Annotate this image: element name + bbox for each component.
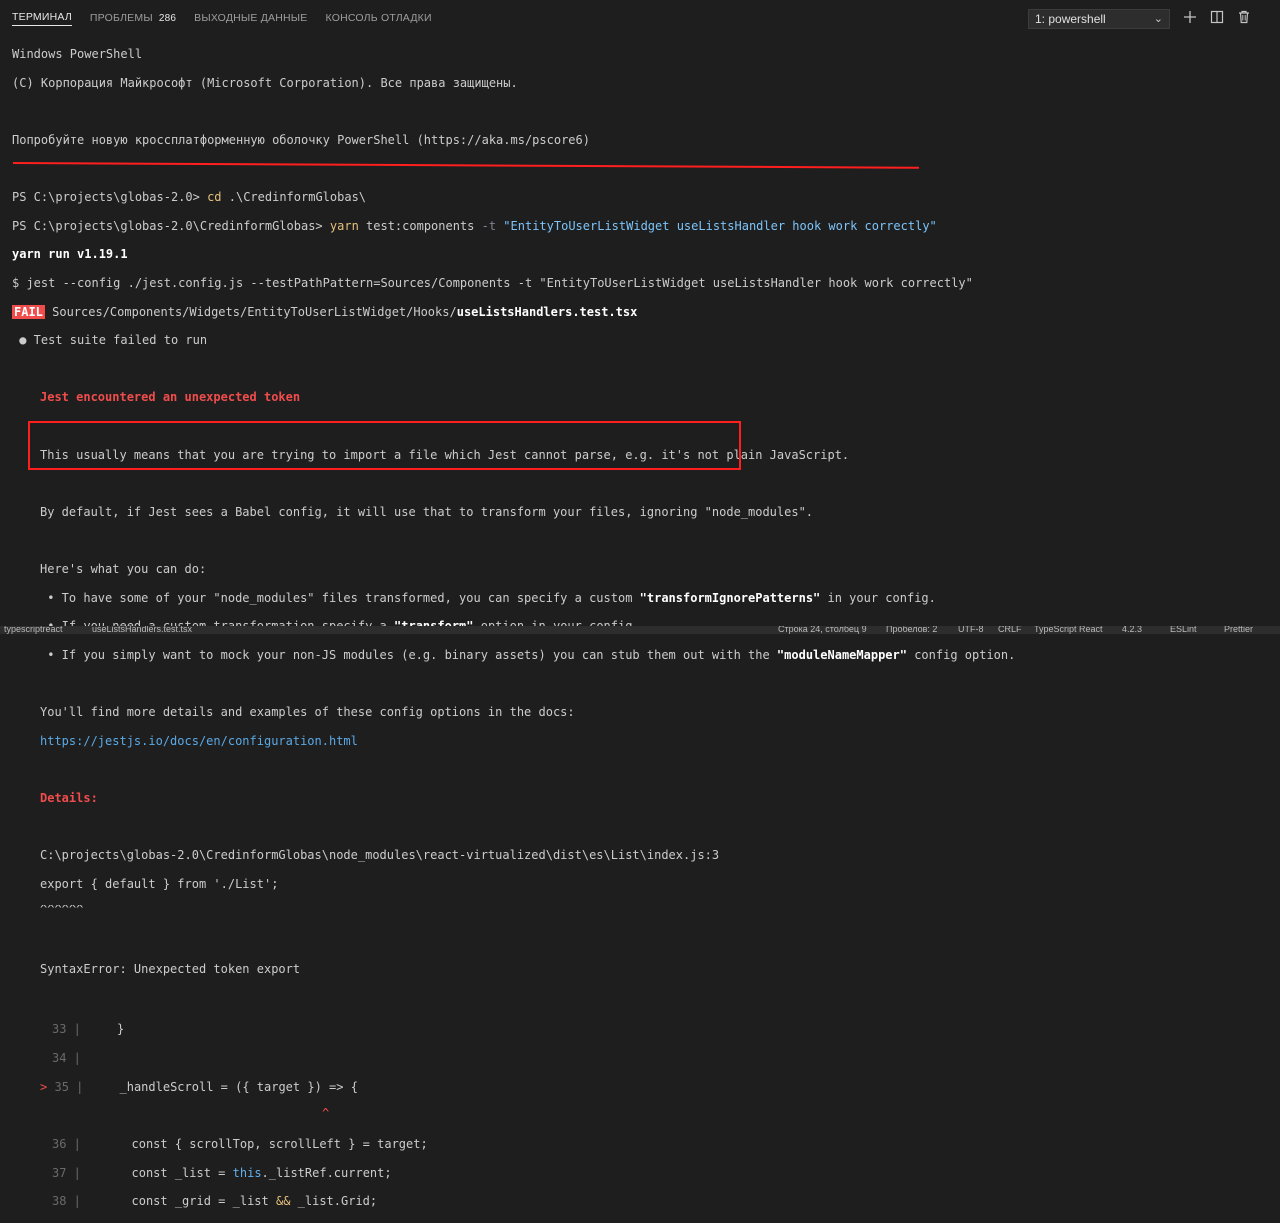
fail-file: useListsHandlers.test.tsx xyxy=(456,304,638,319)
line-number: 36 xyxy=(52,1137,67,1152)
tab-problems[interactable]: ПРОБЛЕМЫ 286 xyxy=(90,12,176,24)
tip-highlight: "transformIgnorePatterns" xyxy=(639,590,821,605)
command-args: test:components xyxy=(358,218,482,233)
status-position[interactable]: Строка 24, столбец 9 xyxy=(778,626,867,634)
command-keyword: yarn xyxy=(329,218,359,233)
status-encoding[interactable]: UTF-8 xyxy=(958,626,984,634)
code-caret: ^ xyxy=(322,1105,330,1120)
tip-text: • If you simply want to mock your non-JS… xyxy=(40,647,777,662)
code-keyword: this xyxy=(232,1165,262,1180)
terminal-line: ^^^^^^ xyxy=(40,905,84,914)
line-number: 38 xyxy=(52,1194,67,1209)
status-spaces[interactable]: Пробелов: 2 xyxy=(886,626,937,634)
fail-badge: FAIL xyxy=(12,304,45,319)
annotation-box xyxy=(28,421,741,470)
error-heading: Jest encountered an unexpected token xyxy=(40,390,301,405)
tab-output[interactable]: ВЫХОДНЫЕ ДАННЫЕ xyxy=(194,12,307,24)
prompt: PS C:\projects\globas-2.0> xyxy=(12,190,208,205)
tab-terminal[interactable]: ТЕРМИНАЛ xyxy=(12,11,72,26)
terminal-line: yarn run v1.19.1 xyxy=(12,247,128,262)
code-line: 38 | const _grid = _list && _list.Grid; xyxy=(52,1194,378,1209)
command-string: "EntityToUserListWidget useListsHandler … xyxy=(496,218,937,233)
tab-debug-console[interactable]: КОНСОЛЬ ОТЛАДКИ xyxy=(326,12,432,24)
tip-text: in your config. xyxy=(820,590,936,605)
status-version[interactable]: 4.2.3 xyxy=(1122,626,1142,634)
code-text: } xyxy=(88,1022,125,1037)
status-eslint[interactable]: ESLint xyxy=(1170,626,1197,634)
terminal-line: https://jestjs.io/docs/en/configuration.… xyxy=(12,734,1272,748)
terminal-select-value: 1: powershell xyxy=(1035,12,1106,26)
code-text: _handleScroll = ({ target }) => { xyxy=(90,1080,358,1095)
status-file[interactable]: useListsHandlers.test.tsx xyxy=(92,626,192,634)
code-operator: && xyxy=(275,1194,291,1209)
terminal-line: • If you simply want to mock your non-JS… xyxy=(12,648,1272,662)
code-line: 33 | } xyxy=(52,1022,125,1037)
command-flag: -t xyxy=(481,218,497,233)
terminal-line: Here's what you can do: xyxy=(40,561,207,576)
terminal-line: You'll find more details and examples of… xyxy=(40,704,575,719)
terminal-line: Попробуйте новую кроссплатформенную обол… xyxy=(12,133,590,148)
tip-text: • To have some of your "node_modules" fi… xyxy=(40,590,640,605)
trash-icon[interactable] xyxy=(1236,10,1252,26)
terminal-line: export { default } from './List'; xyxy=(40,876,279,891)
line-number: 34 xyxy=(52,1050,67,1065)
terminal-line: PS C:\projects\globas-2.0\CredinformGlob… xyxy=(12,219,1272,233)
terminal-line: C:\projects\globas-2.0\CredinformGlobas\… xyxy=(40,847,720,862)
status-language[interactable]: TypeScript React xyxy=(1034,626,1103,634)
code-line: 34 | xyxy=(52,1050,81,1065)
code-line: > 35 | _handleScroll = ({ target }) => { xyxy=(40,1080,358,1095)
details-heading: Details: xyxy=(40,790,98,805)
docs-link[interactable]: https://jestjs.io/docs/en/configuration.… xyxy=(40,734,358,748)
terminal-line: • To have some of your "node_modules" fi… xyxy=(12,591,1272,605)
terminal-line: By default, if Jest sees a Babel config,… xyxy=(40,504,814,519)
line-number: 33 xyxy=(52,1022,67,1037)
code-text: _list.Grid; xyxy=(290,1194,378,1209)
tip-highlight: "moduleNameMapper" xyxy=(776,647,907,662)
plus-icon[interactable] xyxy=(1182,10,1198,26)
terminal-line: PS C:\projects\globas-2.0> cd .\Credinfo… xyxy=(12,190,1272,204)
line-number: 35 xyxy=(54,1080,69,1095)
terminal-line: Windows PowerShell xyxy=(12,47,143,62)
terminal-line: FAIL Sources/Components/Widgets/EntityTo… xyxy=(12,304,1272,319)
problems-count-badge: 286 xyxy=(158,13,177,24)
terminal-line: SyntaxError: Unexpected token export xyxy=(40,962,301,976)
prompt: PS C:\projects\globas-2.0\CredinformGlob… xyxy=(12,218,330,233)
status-language-mode[interactable]: typescriptreact xyxy=(4,626,63,634)
terminal-line: Details: xyxy=(12,791,1272,805)
terminal-line: $ jest --config ./jest.config.js --testP… xyxy=(12,276,973,291)
terminal-select[interactable]: 1: powershell ⌄ xyxy=(1028,9,1170,29)
line-number: 37 xyxy=(52,1165,67,1180)
code-text: ._listRef.current; xyxy=(261,1165,392,1180)
fail-path: Sources/Components/Widgets/EntityToUserL… xyxy=(44,304,457,319)
tab-problems-label: ПРОБЛЕМЫ xyxy=(89,12,153,24)
chevron-down-icon: ⌄ xyxy=(1153,13,1163,25)
terminal-line: (C) Корпорация Майкрософт (Microsoft Cor… xyxy=(12,75,518,90)
status-prettier[interactable]: Prettier xyxy=(1224,626,1253,634)
code-text: const _list = xyxy=(88,1165,233,1180)
split-icon[interactable] xyxy=(1209,10,1225,26)
code-text: const _grid = _list xyxy=(88,1194,276,1209)
tip-text: config option. xyxy=(906,647,1016,662)
status-eol[interactable]: CRLF xyxy=(998,626,1022,634)
status-bar: typescriptreact useListsHandlers.test.ts… xyxy=(0,626,1280,634)
code-line: 36 | const { scrollTop, scrollLeft } = t… xyxy=(52,1137,428,1152)
command-keyword: cd xyxy=(207,190,222,205)
error-marker: > xyxy=(40,1080,48,1095)
terminal-line: ● Test suite failed to run xyxy=(12,333,208,348)
code-text: const { scrollTop, scrollLeft } = target… xyxy=(88,1137,428,1152)
command-args: .\CredinformGlobas\ xyxy=(221,190,367,205)
code-line: 37 | const _list = this._listRef.current… xyxy=(52,1165,392,1180)
terminal-line: Jest encountered an unexpected token xyxy=(12,390,1272,404)
